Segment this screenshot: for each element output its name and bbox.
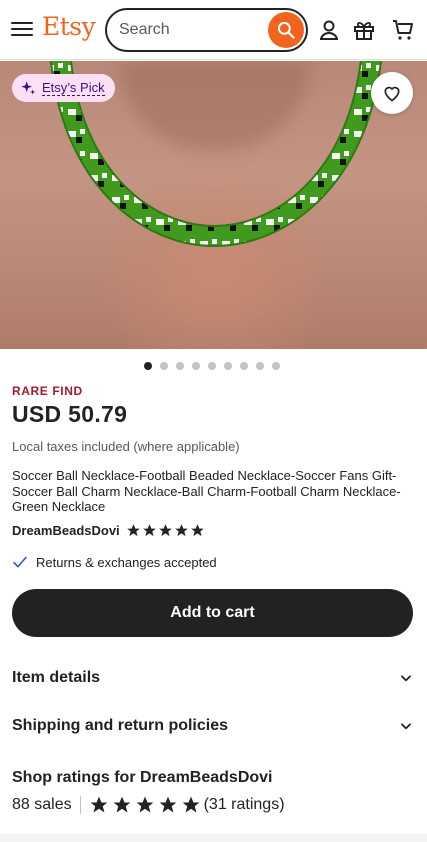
check-icon: [13, 556, 27, 568]
star-icon: [113, 796, 130, 813]
add-to-cart-button[interactable]: Add to cart: [12, 589, 413, 637]
shop-row: DreamBeadsDovi: [12, 523, 205, 538]
favorite-button[interactable]: [371, 72, 413, 114]
heart-icon: [384, 86, 400, 102]
star-icon: [126, 524, 140, 537]
divider: [79, 796, 81, 814]
star-icon: [182, 796, 199, 813]
etsy-logo[interactable]: Etsy: [42, 12, 96, 41]
item-details-label: Item details: [12, 669, 101, 686]
carousel-dot[interactable]: [256, 362, 264, 370]
star-icon: [158, 524, 172, 537]
chevron-down-icon: [401, 723, 411, 730]
star-icon: [136, 796, 153, 813]
star-icon: [90, 796, 107, 813]
necklace-illustration: [50, 61, 382, 248]
star-icon: [190, 524, 204, 537]
carousel-dot[interactable]: [160, 362, 168, 370]
ratings-count-link[interactable]: (31 ratings): [204, 796, 285, 814]
carousel-dot[interactable]: [224, 362, 232, 370]
search-input[interactable]: [119, 10, 259, 50]
price: USD 50.79: [12, 401, 128, 427]
top-header: Etsy: [0, 0, 427, 60]
returns-row: Returns & exchanges accepted: [12, 554, 217, 570]
bottom-divider: [0, 834, 427, 842]
shop-name-link[interactable]: DreamBeadsDovi: [12, 523, 120, 538]
rare-find-tag: RARE FIND: [12, 384, 83, 398]
shipping-accordion[interactable]: Shipping and return policies: [12, 712, 413, 740]
etsys-pick-badge[interactable]: Etsy’s Pick: [12, 74, 115, 102]
sparkle-icon: [21, 81, 36, 95]
shipping-label: Shipping and return policies: [12, 717, 229, 734]
shop-star-rating: [126, 523, 205, 538]
product-image[interactable]: Etsy’s Pick: [0, 61, 427, 349]
search-icon: [277, 21, 295, 39]
carousel-dots: [144, 362, 280, 370]
carousel-dot[interactable]: [192, 362, 200, 370]
carousel-dot[interactable]: [144, 362, 152, 370]
carousel-dot[interactable]: [272, 362, 280, 370]
star-icon: [159, 796, 176, 813]
sales-count: 88 sales: [12, 796, 72, 813]
star-icon: [142, 524, 156, 537]
etsys-pick-label: Etsy’s Pick: [42, 79, 105, 96]
carousel-dot[interactable]: [240, 362, 248, 370]
star-icon: [174, 524, 188, 537]
returns-note: Returns & exchanges accepted: [36, 554, 217, 570]
chevron-down-icon: [401, 675, 411, 682]
carousel-dot[interactable]: [176, 362, 184, 370]
cart-icon[interactable]: [391, 18, 415, 42]
search-button[interactable]: [268, 12, 304, 48]
shop-ratings-heading: Shop ratings for DreamBeadsDovi: [12, 769, 273, 786]
hamburger-menu-icon[interactable]: [11, 19, 33, 39]
gift-icon[interactable]: [352, 18, 376, 42]
item-details-accordion[interactable]: Item details: [12, 664, 413, 692]
carousel-dot[interactable]: [208, 362, 216, 370]
listing-title: Soccer Ball Necklace-Football Beaded Nec…: [12, 468, 401, 514]
taxes-note: Local taxes included (where applicable): [12, 439, 240, 454]
search-bar: [105, 8, 308, 52]
account-icon[interactable]: [317, 18, 341, 42]
shop-ratings-row: 88 sales (31 ratings): [12, 795, 285, 815]
shop-ratings-stars: [89, 795, 201, 815]
